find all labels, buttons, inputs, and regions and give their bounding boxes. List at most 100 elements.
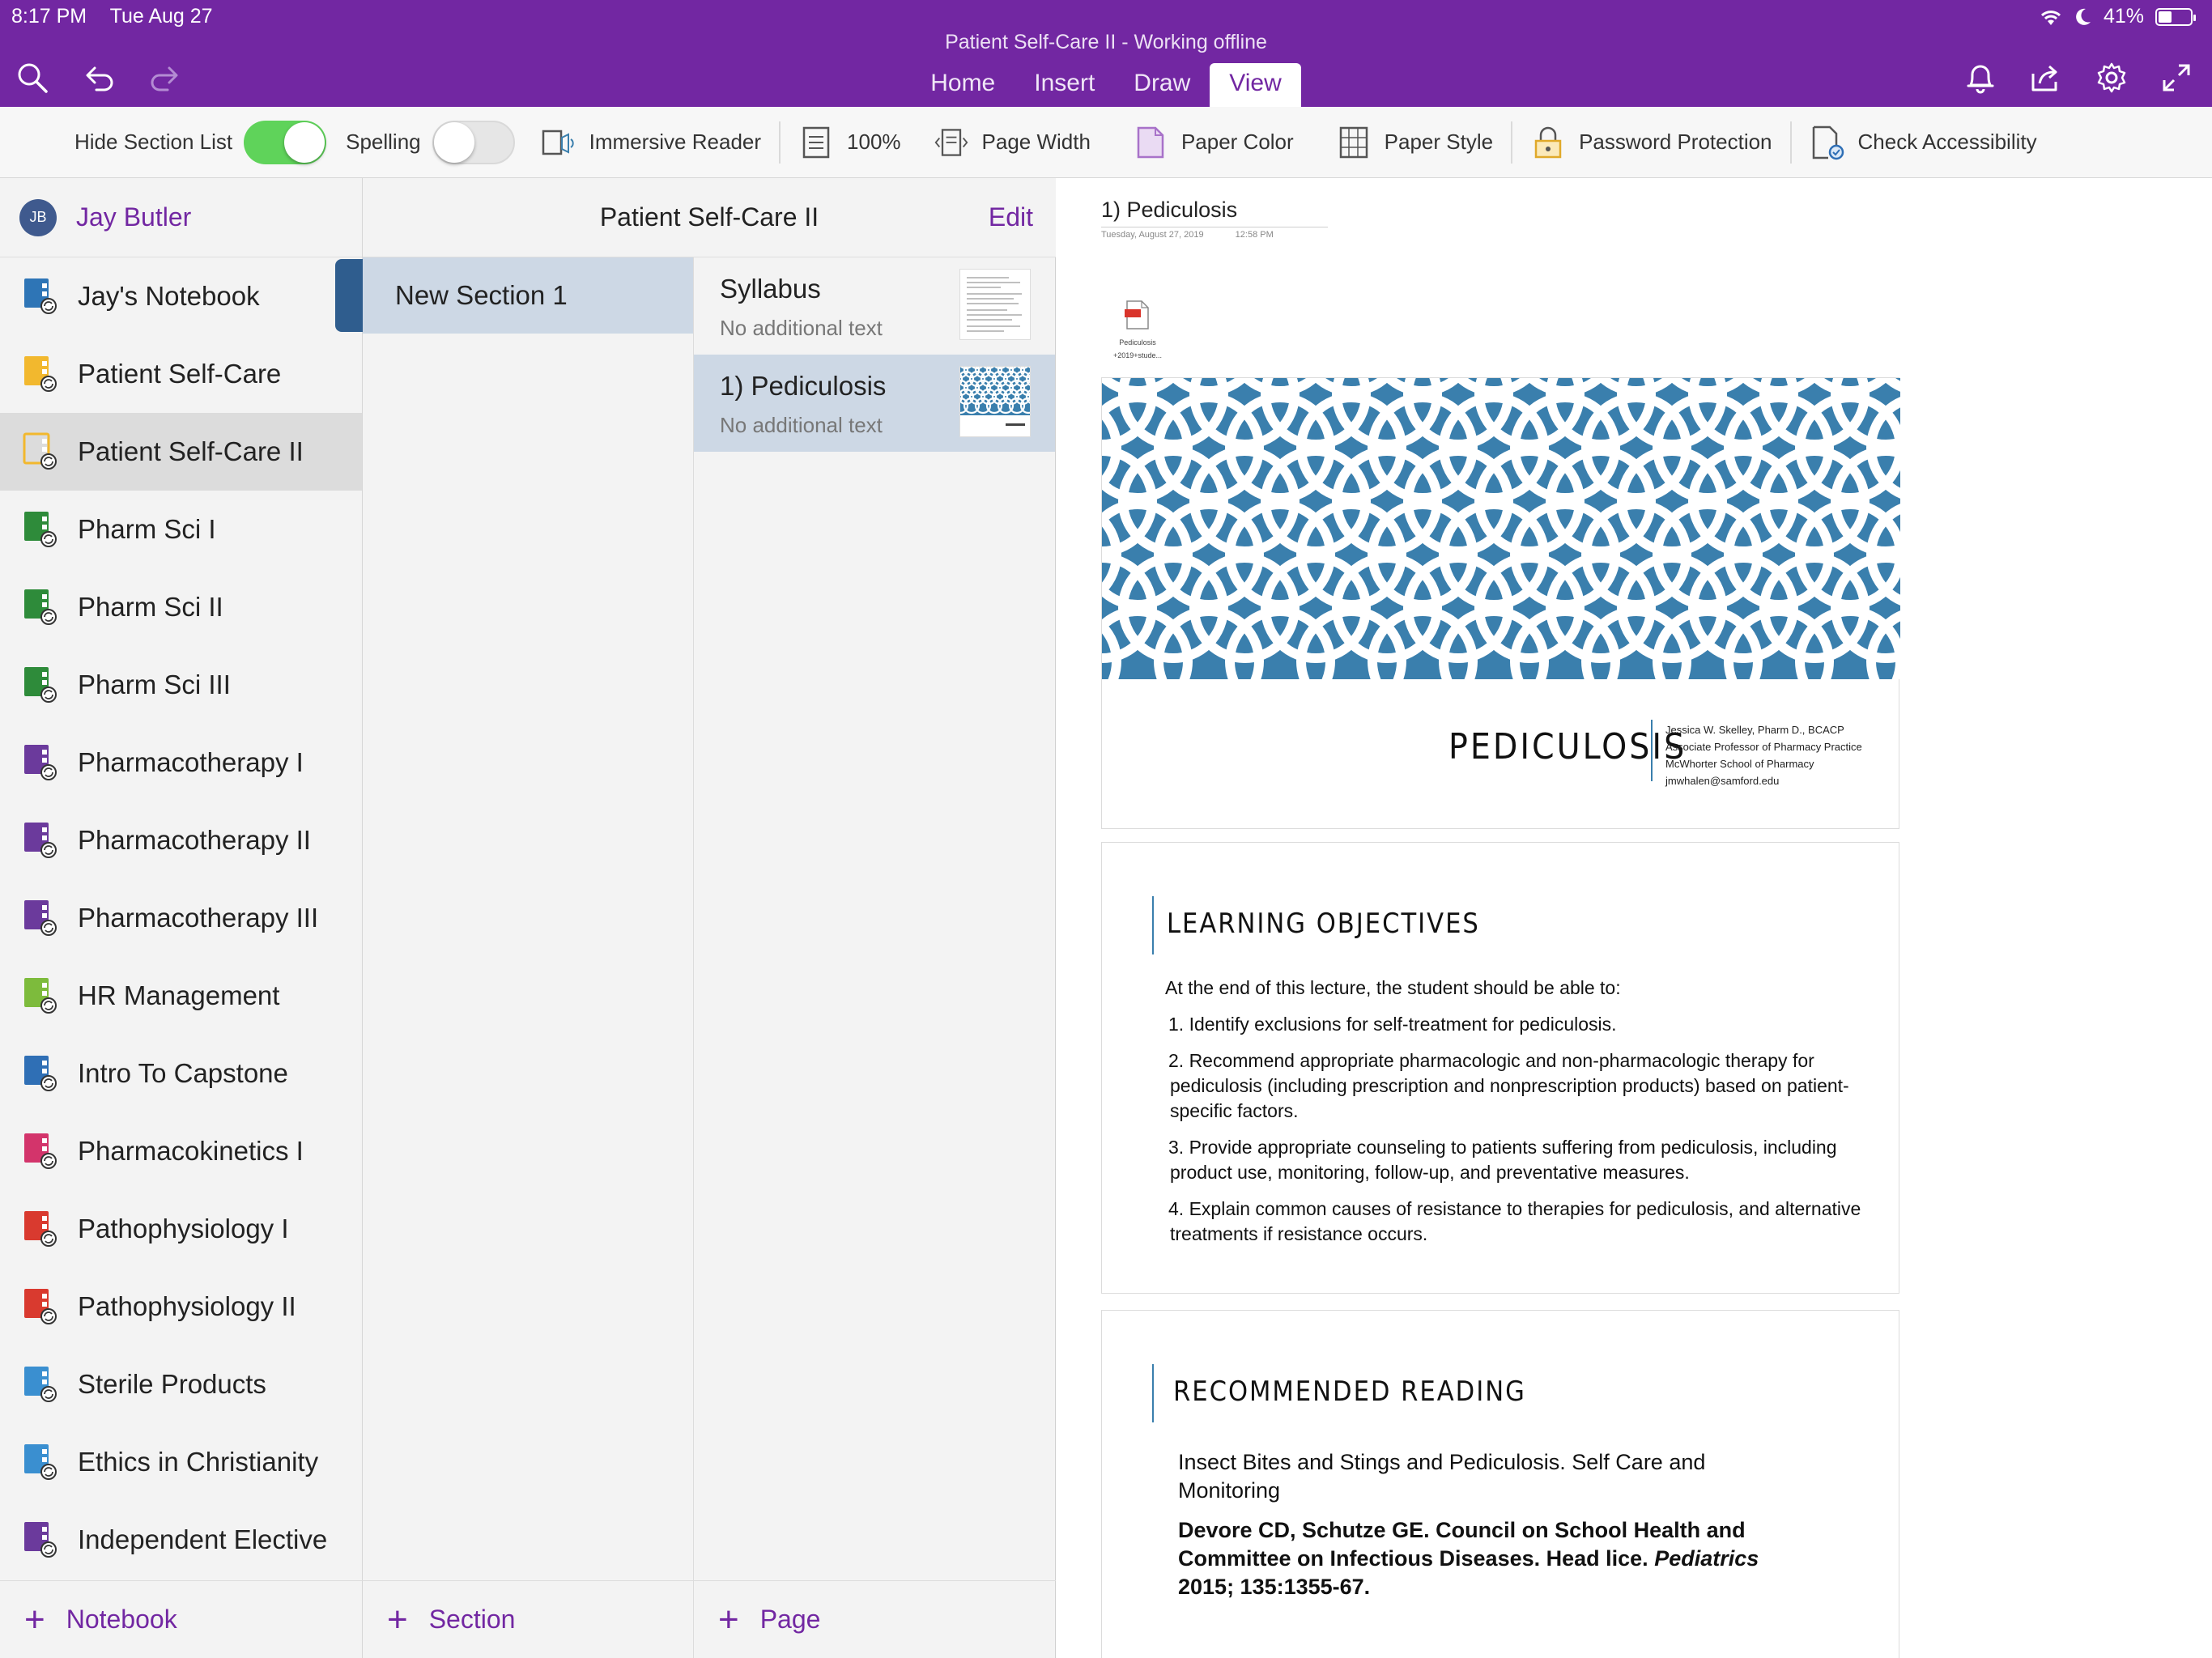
notebook-icon — [23, 1520, 60, 1559]
notebook-icon — [23, 588, 60, 627]
notebook-item-label: Jay's Notebook — [78, 281, 260, 311]
notebook-item-label: Sterile Products — [78, 1369, 266, 1399]
immersive-reader-button[interactable]: Immersive Reader — [541, 107, 761, 178]
notebook-item[interactable]: Independent Elective — [0, 1501, 362, 1579]
slide-author-info: Jessica W. Skelley, Pharm D., BCACP Asso… — [1665, 721, 1862, 789]
slide-recommended-reading: RECOMMENDED READING Insect Bites and Sti… — [1101, 1310, 1899, 1658]
notebook-item[interactable]: Pharm Sci II — [0, 568, 362, 646]
slide-heading: LEARNING OBJECTIVES — [1167, 908, 1480, 940]
notebook-item[interactable]: Pharmacotherapy III — [0, 879, 362, 957]
tab-draw[interactable]: Draw — [1114, 63, 1210, 107]
moon-icon — [2076, 8, 2091, 25]
reading-journal: Pediatrics — [1654, 1546, 1759, 1571]
page-title[interactable]: 1) Pediculosis — [1101, 198, 1237, 223]
notebook-item-label: Patient Self-Care II — [78, 436, 304, 466]
notebook-item[interactable]: Pathophysiology II — [0, 1268, 362, 1346]
notebook-icon — [23, 432, 60, 471]
tab-view[interactable]: View — [1210, 63, 1301, 107]
objective-item: 4. Explain common causes of resistance t… — [1168, 1198, 1861, 1244]
title-bar: 8:17 PM Tue Aug 27 41% Patient Self-Care… — [0, 0, 2212, 107]
password-protection-label: Password Protection — [1579, 130, 1772, 154]
author-name: Jessica W. Skelley, Pharm D., BCACP — [1665, 724, 1844, 736]
notebook-item-label: Pharmacotherapy III — [78, 903, 319, 933]
pdf-attachment[interactable]: Pediculosis +2019+stude... — [1101, 300, 1174, 360]
password-protection-button[interactable]: Password Protection — [1530, 107, 1772, 178]
spelling-toggle[interactable] — [432, 120, 515, 164]
notebook-item-label: Pharmacotherapy II — [78, 825, 311, 855]
paper-color-label: Paper Color — [1180, 130, 1294, 154]
notebook-item-label: Pathophysiology I — [78, 1214, 289, 1244]
add-section-button[interactable]: + Section — [363, 1580, 693, 1658]
add-page-button[interactable]: + Page — [694, 1580, 1057, 1658]
paper-style-button[interactable]: Paper Style — [1336, 107, 1493, 178]
notebook-item[interactable]: Pharm Sci I — [0, 491, 362, 568]
document-title: Patient Self-Care II - Working offline — [945, 31, 1267, 53]
objectives-intro: At the end of this lecture, the student … — [1165, 977, 1621, 998]
ribbon-separator — [779, 121, 781, 164]
notebook-icon — [23, 899, 60, 937]
section-item-new-section-1[interactable]: New Section 1 — [363, 257, 693, 334]
paper-color-button[interactable]: Paper Color — [1133, 107, 1294, 178]
notebook-item[interactable]: Pathophysiology I — [0, 1190, 362, 1268]
notebook-item[interactable]: Intro To Capstone — [0, 1035, 362, 1112]
decorative-pattern — [1102, 378, 1900, 679]
page-width-button[interactable]: Page Width — [934, 107, 1091, 178]
page-item-pediculosis[interactable]: 1) Pediculosis No additional text — [694, 355, 1055, 452]
battery-icon — [2155, 7, 2196, 26]
slide-accent-bar — [1152, 1364, 1154, 1422]
hide-section-list-toggle[interactable] — [244, 120, 327, 164]
notebook-title: Patient Self-Care II — [599, 202, 819, 232]
notebook-item-label: Pharmacokinetics I — [78, 1136, 304, 1166]
add-page-label: Page — [759, 1605, 821, 1634]
section-list-pane: New Section 1 + Section — [363, 257, 693, 1658]
zoom-button[interactable]: 100% — [798, 107, 901, 178]
account-header[interactable]: JB Jay Butler — [0, 178, 362, 257]
check-accessibility-icon — [1810, 125, 1845, 160]
page-item-syllabus[interactable]: Syllabus No additional text — [694, 257, 1055, 355]
author-position: Associate Professor of Pharmacy Practice — [1665, 741, 1862, 753]
share-icon[interactable] — [2026, 58, 2065, 97]
edit-button[interactable]: Edit — [989, 202, 1033, 232]
page-time-text: 12:58 PM — [1235, 230, 1274, 240]
tab-insert[interactable]: Insert — [1015, 63, 1114, 107]
gear-icon[interactable] — [2092, 58, 2131, 97]
immersive-reader-label: Immersive Reader — [589, 130, 762, 154]
notebook-icon — [23, 821, 60, 860]
page-thumbnail — [959, 269, 1031, 340]
status-time: 8:17 PM — [11, 5, 87, 28]
notebook-icon — [23, 277, 60, 316]
view-ribbon: Hide Section List Spelling Immersive Rea… — [0, 107, 2212, 178]
spelling-label: Spelling — [346, 130, 421, 154]
check-accessibility-button[interactable]: Check Accessibility — [1810, 107, 2037, 178]
notebook-icon — [23, 510, 60, 549]
tab-home[interactable]: Home — [911, 63, 1015, 107]
section-color-tab — [335, 259, 363, 332]
slide-title: PEDICULOSIS Jessica W. Skelley, Pharm D.… — [1101, 377, 1900, 829]
notebook-item[interactable]: Pharmacotherapy II — [0, 801, 362, 879]
slide-body: Insect Bites and Stings and Pediculosis.… — [1178, 1448, 1793, 1613]
notebook-item[interactable]: Pharmacokinetics I — [0, 1112, 362, 1190]
notebook-item[interactable]: Sterile Products — [0, 1346, 362, 1423]
notebook-item-label: Independent Elective — [78, 1524, 328, 1554]
reading-citation-end: 2015; 135:1355-67. — [1178, 1575, 1371, 1599]
notebook-icon — [23, 1209, 60, 1248]
notebook-item[interactable]: Pharm Sci III — [0, 646, 362, 724]
notebook-item[interactable]: HR Management — [0, 957, 362, 1035]
bell-icon[interactable] — [1961, 58, 2000, 97]
hide-section-list-control: Hide Section List — [74, 107, 336, 178]
notebook-item[interactable]: Patient Self-Care — [0, 335, 362, 413]
notebook-icon — [23, 1054, 60, 1093]
plus-icon: + — [387, 1599, 408, 1639]
notebook-icon — [23, 1132, 60, 1171]
paper-style-grid-icon — [1336, 125, 1372, 160]
fullscreen-icon[interactable] — [2157, 58, 2196, 97]
status-bar-left: 8:17 PM Tue Aug 27 — [11, 5, 231, 28]
notebook-item[interactable]: Jay's Notebook — [0, 257, 362, 335]
notebook-item[interactable]: Pharmacotherapy I — [0, 724, 362, 801]
notebook-item[interactable]: Ethics in Christianity — [0, 1423, 362, 1501]
slide-heading: RECOMMENDED READING — [1173, 1375, 1526, 1408]
page-canvas[interactable]: 1) Pediculosis Tuesday, August 27, 2019 … — [1056, 178, 2212, 1658]
add-notebook-button[interactable]: + Notebook — [0, 1580, 363, 1658]
notebook-item[interactable]: Patient Self-Care II — [0, 413, 362, 491]
reading-item: Insect Bites and Stings and Pediculosis.… — [1178, 1450, 1706, 1503]
